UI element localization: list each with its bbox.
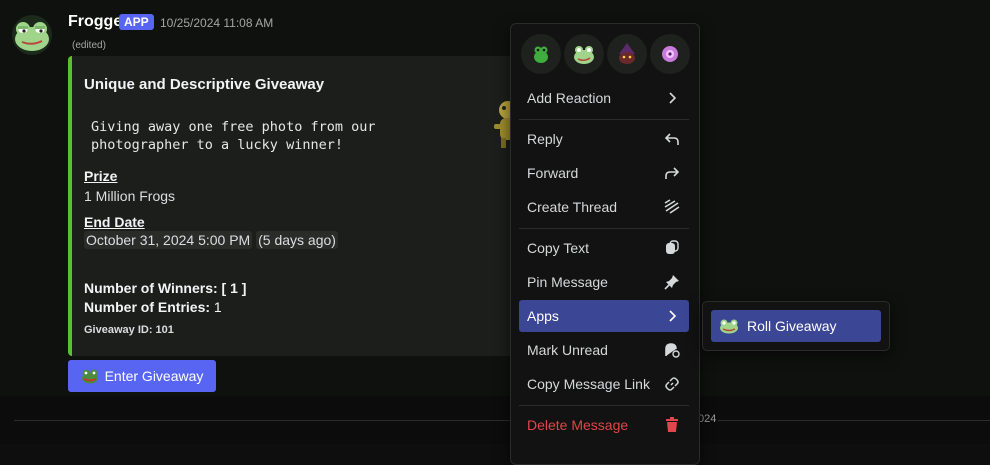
app-badge: APP [119,14,154,30]
giveaway-id: Giveaway ID: 101 [84,324,174,336]
avatar[interactable] [12,15,52,55]
menu-delete-message-label: Delete Message [527,417,629,433]
menu-create-thread[interactable]: Create Thread [519,191,689,223]
menu-copy-message-link[interactable]: Copy Message Link [519,368,689,400]
menu-add-reaction[interactable]: Add Reaction [519,82,689,114]
enter-giveaway-button[interactable]: Enter Giveaway [68,360,216,392]
edited-label: (edited) [72,40,106,51]
copy-icon [663,239,681,257]
winners-value: [ 1 ] [221,280,247,296]
pin-icon [663,273,681,291]
frog-avatar-icon [15,22,49,51]
mark-unread-icon [663,341,681,359]
menu-mark-unread[interactable]: Mark Unread [519,334,689,366]
chevron-right-icon [663,89,681,107]
pink-creature-emoji-icon [662,46,678,62]
menu-copy-text-label: Copy Text [527,240,589,256]
menu-delete-message[interactable]: Delete Message [519,409,689,441]
entries-row: Number of Entries: 1 [84,299,222,315]
menu-pin-message[interactable]: Pin Message [519,266,689,298]
menu-reply[interactable]: Reply [519,123,689,155]
menu-mark-unread-label: Mark Unread [527,342,608,358]
wizard-frog-emoji-icon [619,43,635,64]
menu-separator [519,119,689,120]
link-icon [663,375,681,393]
apps-submenu: Roll Giveaway [702,301,890,351]
enter-giveaway-label: Enter Giveaway [104,368,204,384]
embed-title: Unique and Descriptive Giveaway [84,76,325,93]
roll-giveaway-item[interactable]: Roll Giveaway [711,310,881,342]
menu-apps[interactable]: Apps [519,300,689,332]
giveaway-embed: Unique and Descriptive Giveaway Giving a… [68,56,518,356]
end-date-value[interactable]: October 31, 2024 5:00 PM [84,231,253,249]
reply-icon [663,130,681,148]
menu-create-thread-label: Create Thread [527,199,618,215]
entries-label: Number of Entries: [84,299,211,315]
winners-row: Number of Winners: [ 1 ] [84,280,246,296]
embed-description: Giving away one free photo from our phot… [91,119,376,153]
winners-label: Number of Winners: [84,280,218,296]
reaction-pink-creature-emoji[interactable] [650,34,690,74]
menu-copy-text[interactable]: Copy Text [519,232,689,264]
menu-apps-label: Apps [527,308,559,324]
frog-icon [720,319,738,334]
menu-separator [519,228,689,229]
end-date-label: End Date [84,214,145,230]
menu-pin-message-label: Pin Message [527,274,608,290]
end-date-row: October 31, 2024 5:00 PM (5 days ago) [84,231,338,249]
menu-forward-label: Forward [527,165,579,181]
embed-accent-bar [68,56,72,356]
reaction-frog-face-emoji[interactable] [564,34,604,74]
message-context-menu: Add Reaction Reply Forward Create Thread… [510,23,700,465]
menu-add-reaction-label: Add Reaction [527,90,612,106]
trash-icon [663,416,681,434]
message-timestamp[interactable]: 10/25/2024 11:08 AM [160,16,273,30]
prize-label: Prize [84,168,118,184]
frog-face-emoji-icon [574,46,594,64]
date-divider [14,420,990,421]
frog-icon [81,369,98,384]
end-date-relative[interactable]: (5 days ago) [256,231,338,249]
reaction-frog-emoji[interactable] [521,34,561,74]
roll-giveaway-label: Roll Giveaway [747,318,837,334]
entries-value: 1 [213,299,222,315]
chevron-right-icon [663,307,681,325]
reaction-wizard-frog-emoji[interactable] [607,34,647,74]
menu-reply-label: Reply [527,131,563,147]
frog-emoji-icon [534,46,548,63]
menu-copy-message-link-label: Copy Message Link [527,376,650,392]
menu-separator [519,405,689,406]
menu-forward[interactable]: Forward [519,157,689,189]
forward-icon [663,164,681,182]
thread-icon [663,198,681,216]
prize-value: 1 Million Frogs [84,188,176,204]
username[interactable]: Frogge [68,13,122,31]
